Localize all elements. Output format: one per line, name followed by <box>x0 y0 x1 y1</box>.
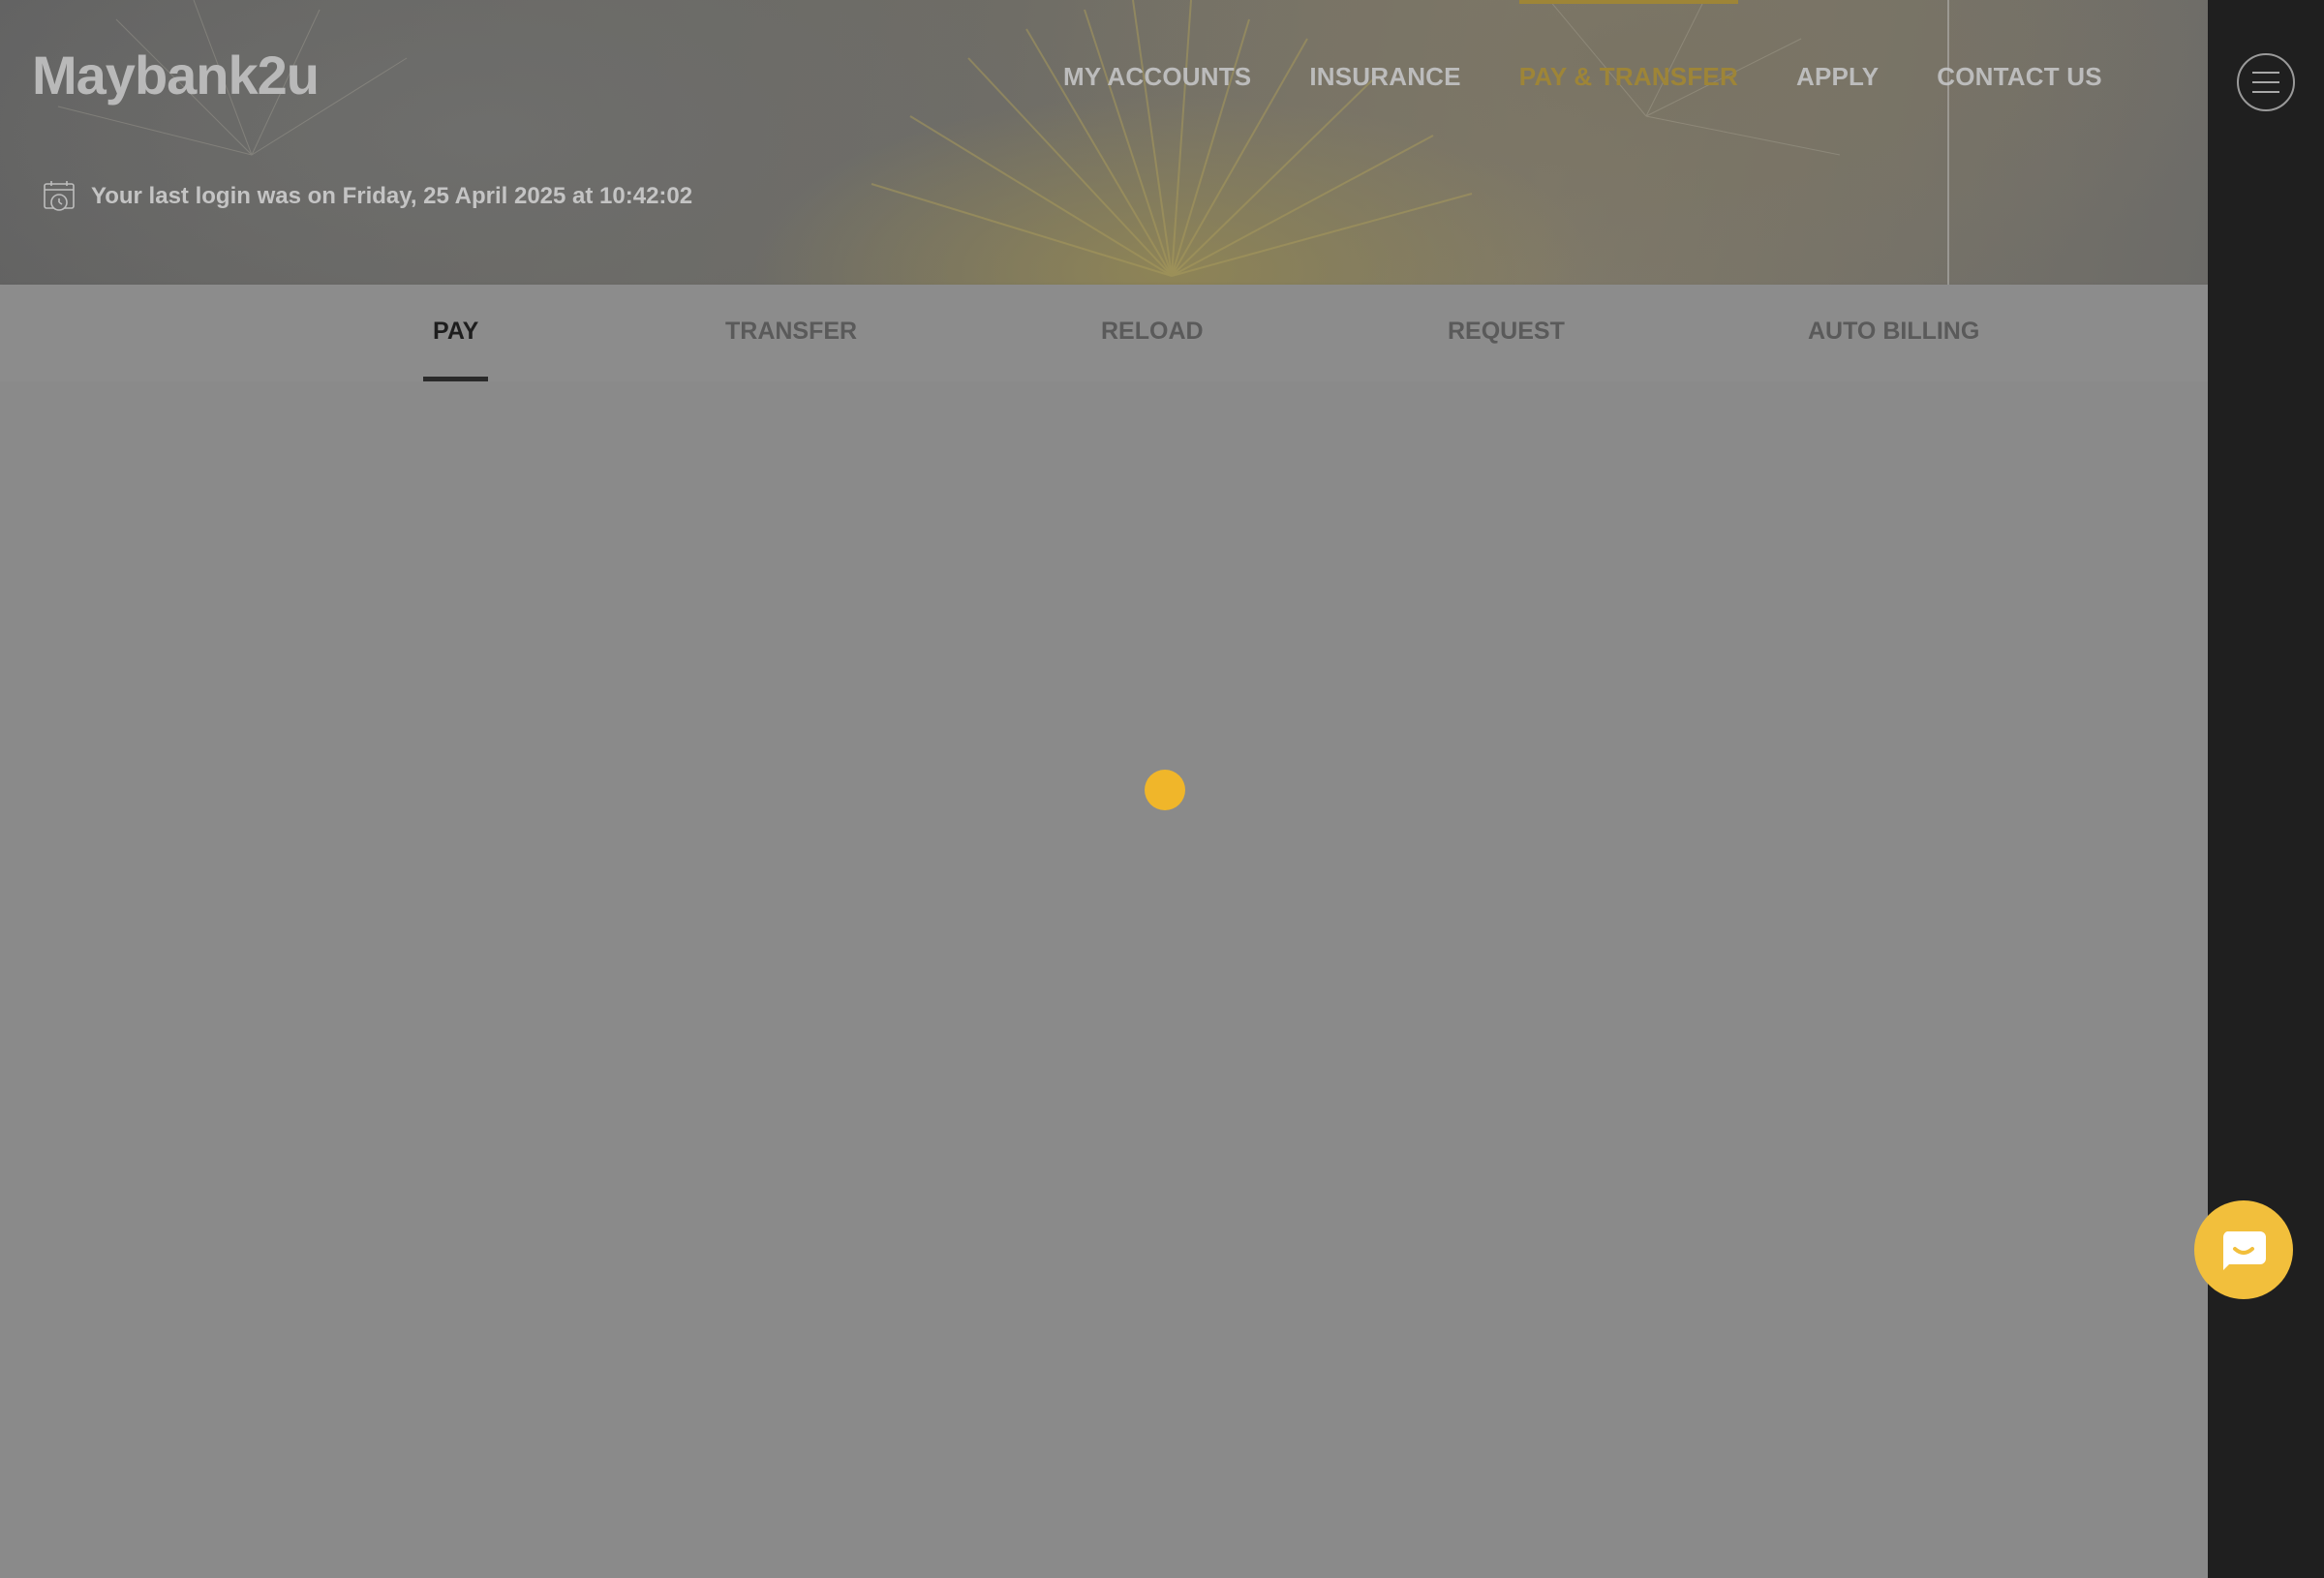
tab-request[interactable]: REQUEST <box>1448 285 1565 381</box>
tab-auto-billing[interactable]: AUTO BILLING <box>1808 285 1979 381</box>
nav-pay-and-transfer[interactable]: PAY & TRANSFER <box>1518 0 1739 92</box>
menu-line <box>2252 81 2279 83</box>
loading-spinner <box>1145 770 1185 810</box>
tab-pay[interactable]: PAY <box>422 285 489 381</box>
header-divider <box>1947 0 1949 285</box>
tab-reload[interactable]: RELOAD <box>1101 285 1204 381</box>
nav-my-accounts[interactable]: MY ACCOUNTS <box>1063 0 1251 92</box>
nav-insurance[interactable]: INSURANCE <box>1309 0 1460 92</box>
menu-line <box>2252 72 2279 74</box>
app-root: Maybank2u MY ACCOUNTS INSURANCE PAY & TR… <box>0 0 2324 1578</box>
calendar-clock-icon <box>44 181 75 211</box>
right-sidebar <box>2208 0 2324 1578</box>
chat-button[interactable] <box>2194 1200 2293 1299</box>
pay-transfer-subtabs: PAY TRANSFER RELOAD REQUEST AUTO BILLING <box>0 285 2208 381</box>
last-login-info: Your last login was on Friday, 25 April … <box>43 179 692 214</box>
nav-apply[interactable]: APPLY <box>1796 0 1879 92</box>
maybank2u-logo[interactable]: Maybank2u <box>32 48 320 103</box>
top-navigation: MY ACCOUNTS INSURANCE PAY & TRANSFER APP… <box>1046 0 2131 155</box>
hamburger-menu-icon[interactable] <box>2237 53 2295 111</box>
menu-line <box>2252 91 2279 93</box>
main-content-loading-overlay <box>0 381 2208 1578</box>
tab-transfer[interactable]: TRANSFER <box>725 285 857 381</box>
nav-contact-us[interactable]: CONTACT US <box>1937 0 2102 92</box>
last-login-text: Your last login was on Friday, 25 April … <box>91 183 693 209</box>
hero-header: Maybank2u MY ACCOUNTS INSURANCE PAY & TR… <box>0 0 2208 285</box>
chat-bubble-icon <box>2222 1231 2266 1270</box>
